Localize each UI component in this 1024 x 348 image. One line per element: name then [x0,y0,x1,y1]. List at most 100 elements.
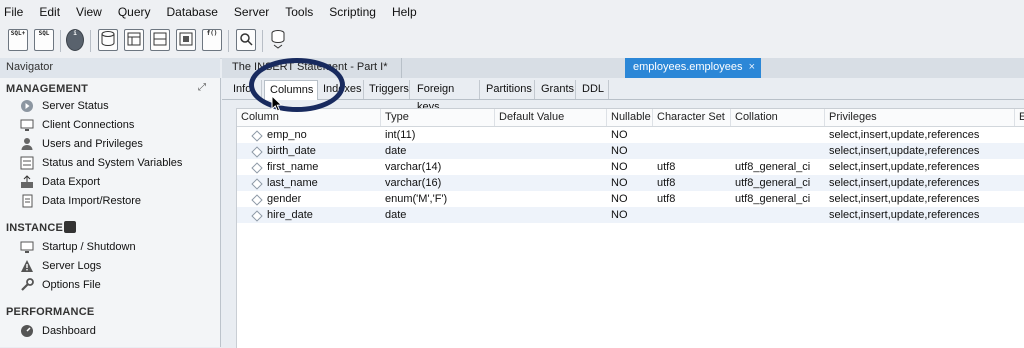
nav-server-status[interactable]: Server Status [20,97,109,115]
nav-item-label: Startup / Shutdown [42,241,136,253]
table-cell[interactable]: utf8 [657,175,675,191]
menu-server[interactable]: Server [226,5,277,19]
column-header-column[interactable]: Column [237,109,381,126]
menu-scripting[interactable]: Scripting [321,5,384,19]
table-cell[interactable]: select,insert,update,references [829,127,979,143]
table-cell[interactable]: select,insert,update,references [829,143,979,159]
table-cell[interactable]: select,insert,update,references [829,159,979,175]
table-cell[interactable]: utf8_general_ci [735,191,810,207]
table-cell[interactable]: NO [611,127,628,143]
user-icon [20,137,34,151]
close-icon[interactable]: × [749,58,755,77]
table-cell[interactable]: varchar(14) [385,159,441,175]
menu-database[interactable]: Database [159,5,226,19]
tab-employees-employees[interactable]: employees.employees × [625,58,761,78]
open-sql-script-icon[interactable]: SQL [34,29,54,51]
menu-help[interactable]: Help [384,5,425,19]
inspect-object-icon[interactable]: i [66,29,84,51]
grid-header: Column Type Default Value Nullable Chara… [237,109,1024,127]
menu-edit[interactable]: Edit [31,5,68,19]
nav-item-label: Dashboard [42,325,96,337]
table-cell[interactable]: date [385,143,406,159]
nav-item-label: Data Import/Restore [42,195,142,207]
tab-grants[interactable]: Grants [536,80,576,99]
table-row[interactable]: first_name varchar(14) NO utf8 utf8_general_… [237,159,1024,175]
menu-query[interactable]: Query [110,5,159,19]
instance-icon [64,221,76,233]
nav-users-privileges[interactable]: Users and Privileges [20,135,143,153]
navigator-title: Navigator [6,61,54,73]
toolbar-separator [90,30,91,52]
table-cell[interactable]: date [385,207,406,223]
nav-data-import-restore[interactable]: Data Import/Restore [20,192,141,210]
menu-tools[interactable]: Tools [277,5,321,19]
table-cell[interactable]: select,insert,update,references [829,207,979,223]
table-cell[interactable]: utf8 [657,191,675,207]
column-header-nullable[interactable]: Nullable [607,109,653,126]
nav-client-connections[interactable]: Client Connections [20,116,134,134]
table-cell[interactable]: first_name [267,159,318,175]
columns-grid[interactable]: Column Type Default Value Nullable Chara… [236,108,1024,348]
tab-ddl[interactable]: DDL [577,80,609,99]
table-cell[interactable]: NO [611,143,628,159]
table-cell[interactable]: NO [611,207,628,223]
table-cell[interactable]: birth_date [267,143,316,159]
create-schema-icon[interactable] [98,29,118,51]
toolbar-separator [60,30,61,52]
nav-dashboard[interactable]: Dashboard [20,322,96,340]
table-cell[interactable]: emp_no [267,127,307,143]
reconnect-icon[interactable] [268,29,288,51]
nav-status-system-variables[interactable]: Status and System Variables [20,154,182,172]
table-cell[interactable]: utf8 [657,159,675,175]
table-row[interactable]: last_name varchar(16) NO utf8 utf8_general_c… [237,175,1024,191]
column-header-charset[interactable]: Character Set [653,109,731,126]
navigator-panel[interactable]: MANAGEMENT ⤢ Server Status Client Connec… [0,78,221,347]
create-function-icon[interactable]: f() [202,29,222,51]
column-header-collation[interactable]: Collation [731,109,825,126]
table-row[interactable]: hire_date date NO select,insert,update,refe… [237,207,1024,223]
column-diamond-icon [251,130,263,142]
menu-file[interactable]: File [0,5,31,19]
warning-icon [20,259,34,273]
table-cell[interactable]: utf8_general_ci [735,159,810,175]
create-table-icon[interactable] [124,29,144,51]
nav-startup-shutdown[interactable]: Startup / Shutdown [20,238,136,256]
column-header-privileges[interactable]: Privileges [825,109,1015,126]
nav-server-logs[interactable]: Server Logs [20,257,101,275]
table-cell[interactable]: varchar(16) [385,175,441,191]
table-row[interactable]: emp_no int(11) NO select,insert,update,refe… [237,127,1024,143]
tab-foreign-keys[interactable]: Foreign keys [412,80,480,113]
table-row[interactable]: gender enum('M','F') NO utf8 utf8_general_ci… [237,191,1024,207]
wrench-icon [20,278,34,292]
section-management: MANAGEMENT [6,83,89,95]
create-view-icon[interactable] [150,29,170,51]
nav-data-export[interactable]: Data Export [20,173,100,191]
create-procedure-icon[interactable] [176,29,196,51]
table-cell[interactable]: NO [611,159,628,175]
nav-options-file[interactable]: Options File [20,276,101,294]
column-header-default[interactable]: Default Value [495,109,607,126]
table-cell[interactable]: enum('M','F') [385,191,447,207]
search-table-data-icon[interactable] [236,29,256,51]
column-header-extra[interactable]: E [1015,109,1024,126]
menu-view[interactable]: View [68,5,110,19]
table-cell[interactable]: int(11) [385,127,415,143]
tab-partitions[interactable]: Partitions [481,80,535,99]
tab-triggers[interactable]: Triggers [364,80,410,99]
tab-label: employees.employees [633,61,743,73]
nav-item-label: Server Logs [42,260,102,272]
table-row[interactable]: birth_date date NO select,insert,update,ref… [237,143,1024,159]
table-cell[interactable]: select,insert,update,references [829,175,979,191]
table-cell[interactable]: NO [611,191,628,207]
expand-icon[interactable]: ⤢ [198,82,206,93]
table-cell[interactable]: NO [611,175,628,191]
dashboard-icon [20,324,34,338]
table-cell[interactable]: hire_date [267,207,313,223]
table-cell[interactable]: last_name [267,175,318,191]
table-cell[interactable]: utf8_general_ci [735,175,810,191]
column-diamond-icon [251,210,263,222]
table-cell[interactable]: gender [267,191,301,207]
column-header-type[interactable]: Type [381,109,495,126]
table-cell[interactable]: select,insert,update,references [829,191,979,207]
new-sql-tab-icon[interactable]: SQL+ [8,29,28,51]
